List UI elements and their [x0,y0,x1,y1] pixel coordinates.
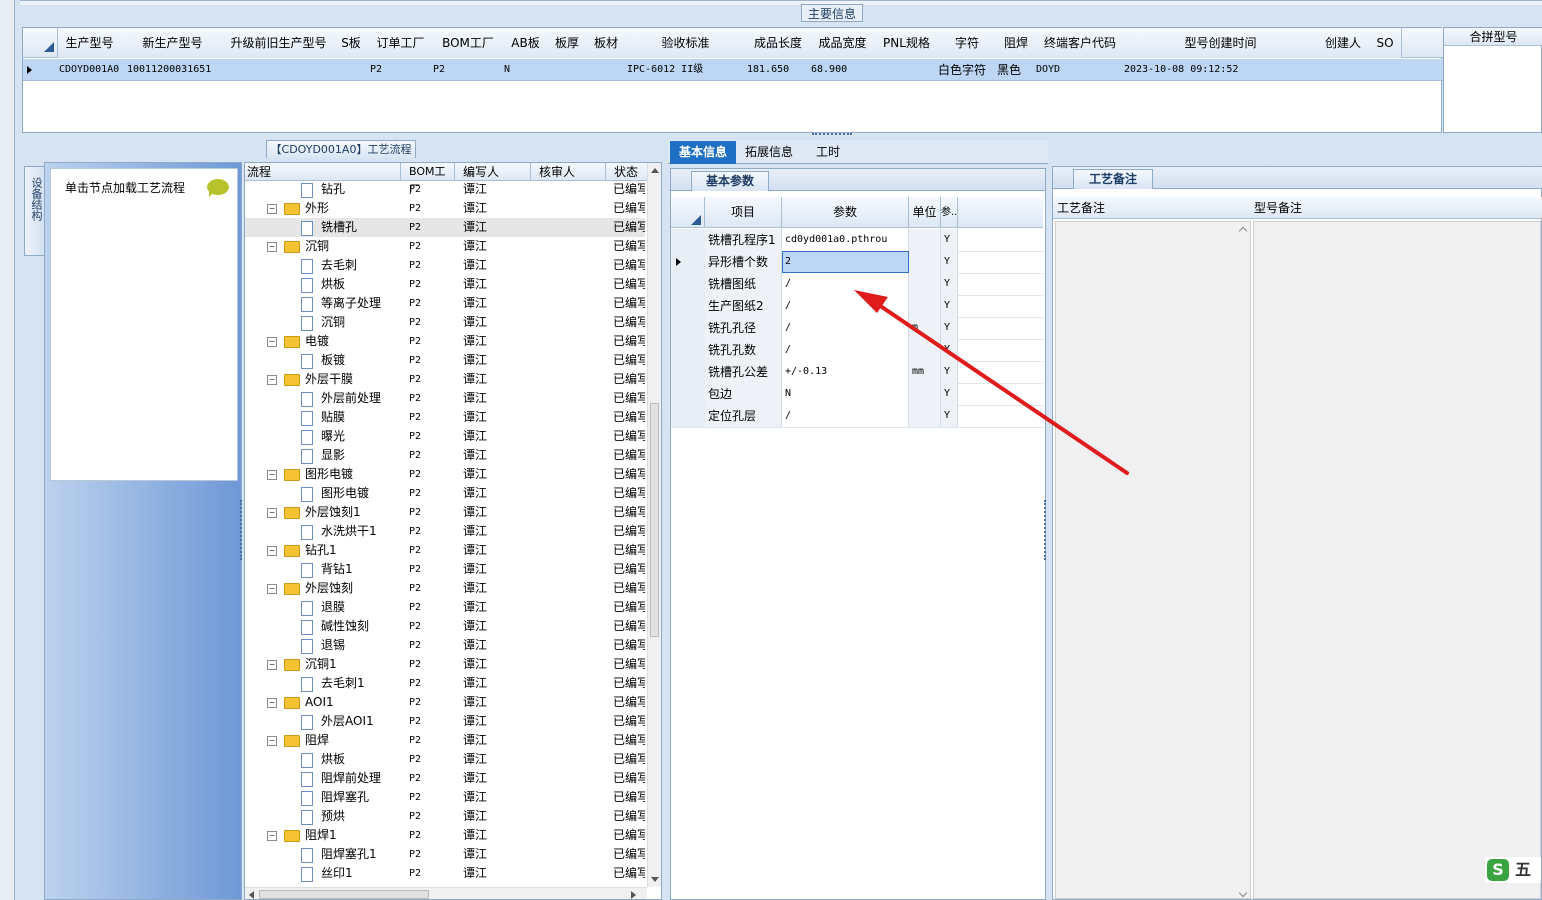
arrow-shaft [874,301,1129,475]
annotation-arrow [854,290,1129,475]
